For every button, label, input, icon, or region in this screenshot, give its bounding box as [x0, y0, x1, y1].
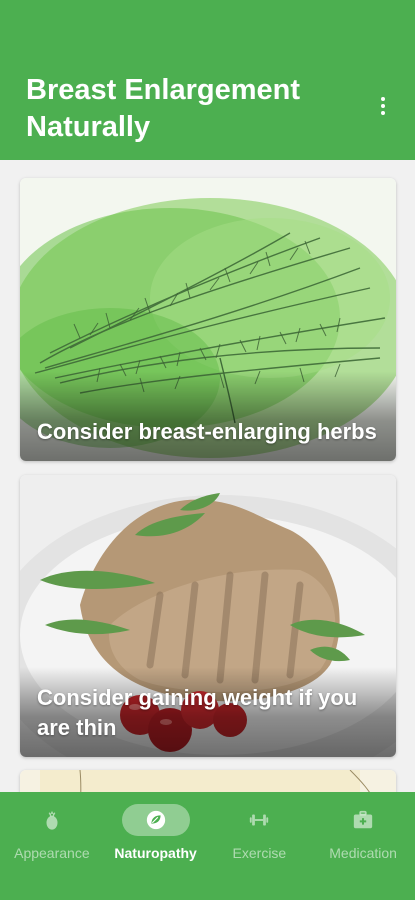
partial-card-illustration — [20, 770, 396, 792]
nav-item-medication[interactable]: Medication — [311, 792, 415, 900]
nav-label: Medication — [329, 845, 397, 861]
nav-item-exercise[interactable]: Exercise — [208, 792, 312, 900]
article-card-weight[interactable]: Consider gaining weight if you are thin — [20, 475, 396, 757]
nav-label: Naturopathy — [114, 845, 197, 861]
article-title: Consider breast-enlarging herbs — [37, 419, 377, 444]
nav-label: Exercise — [232, 845, 287, 861]
medical-kit-icon — [353, 810, 373, 829]
nav-item-appearance[interactable]: Appearance — [0, 792, 104, 900]
pineapple-icon — [46, 810, 58, 830]
dumbbell-icon — [250, 814, 269, 826]
app-bar: Breast Enlargement Naturally — [0, 0, 415, 160]
more-vert-icon — [381, 97, 385, 101]
nav-label: Appearance — [14, 845, 90, 861]
bottom-navigation: Appearance Naturopathy Exercise Medicati… — [0, 792, 415, 900]
article-card-partial[interactable] — [20, 770, 396, 792]
app-title: Breast Enlargement Naturally — [26, 74, 300, 143]
article-title: Consider gaining weight if you are thin — [37, 685, 358, 740]
nav-item-naturopathy[interactable]: Naturopathy — [104, 792, 208, 900]
more-options-button[interactable] — [371, 94, 395, 118]
article-list: Consider breast-enlarging herbs Consider… — [0, 160, 415, 792]
article-card-herbs[interactable]: Consider breast-enlarging herbs — [20, 178, 396, 461]
leaf-icon — [146, 810, 165, 830]
